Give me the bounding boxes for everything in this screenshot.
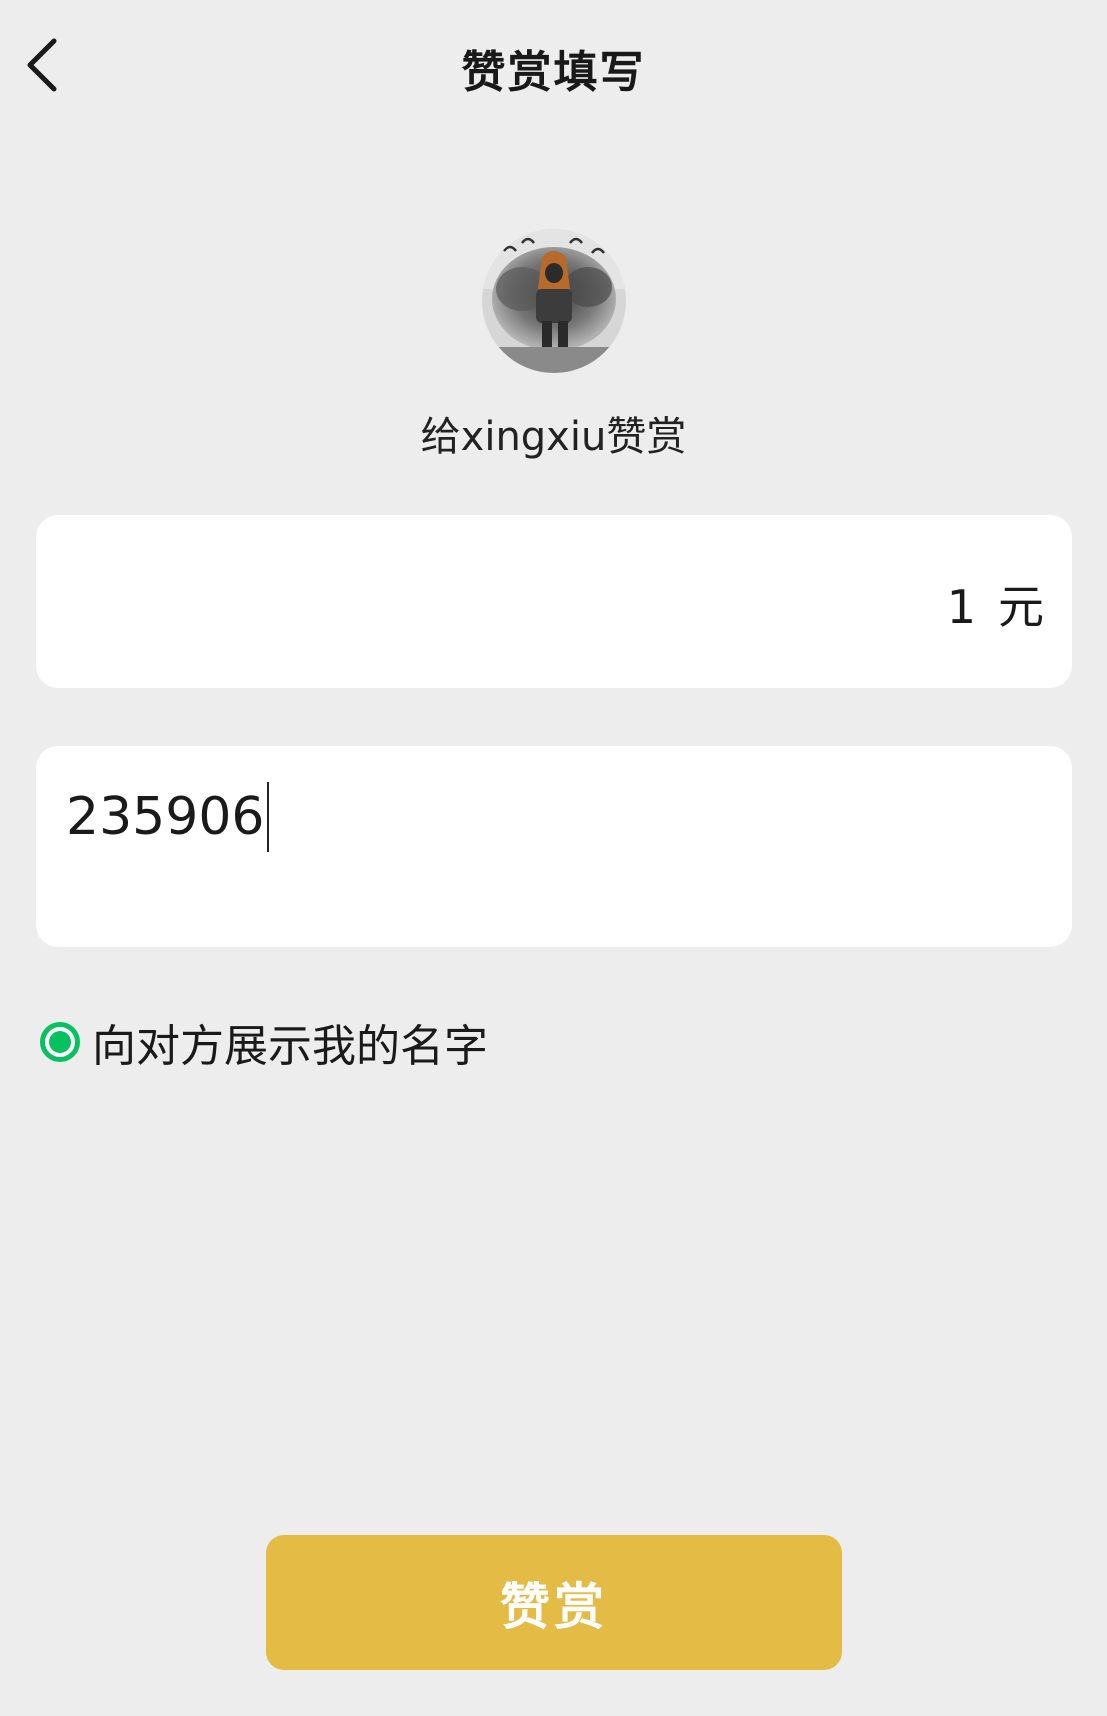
radio-checked-icon[interactable] — [40, 1022, 80, 1062]
page-title: 赞赏填写 — [461, 47, 646, 98]
reward-button[interactable]: 赞赏 — [266, 1535, 842, 1670]
show-name-toggle[interactable]: 向对方展示我的名字 — [40, 1010, 488, 1074]
amount-value: 1 — [946, 580, 976, 634]
top-bar: 赞赏填写 — [0, 0, 1107, 130]
amount-unit: 元 — [998, 580, 1044, 634]
message-input[interactable]: 235906 — [66, 782, 269, 852]
avatar — [482, 229, 626, 373]
recipient-label: 给xingxiu赞赏 — [420, 414, 687, 460]
show-name-label: 向对方展示我的名字 — [92, 1021, 488, 1072]
amount-field[interactable]: 1 元 — [36, 515, 1072, 688]
message-value: 235906 — [66, 787, 265, 847]
amount-display: 1 元 — [947, 571, 1044, 637]
text-cursor — [266, 782, 269, 852]
message-field[interactable]: 235906 — [36, 746, 1072, 947]
